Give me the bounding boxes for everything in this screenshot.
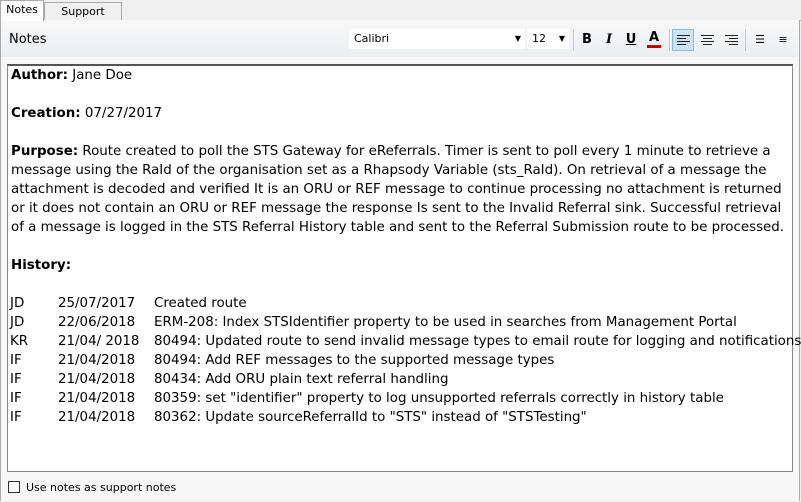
purpose-value: Route created to poll the STS Gateway fo… [11,144,785,235]
history-text: 80434: Add ORU plain text referral handl… [154,372,449,387]
font-color-swatch [647,45,661,48]
history-date: 21/04/2018 [58,372,136,387]
align-right-icon [724,33,738,47]
align-center-icon [700,33,714,47]
toolbar-separator [573,29,574,51]
history-text: 80494: Updated route to send invalid mes… [154,334,801,349]
numbered-list-button[interactable]: ≡ [772,29,794,51]
history-author: IF [10,410,22,425]
align-right-button[interactable] [720,29,742,51]
font-family-select[interactable]: Calibri ▼ [349,29,525,49]
tab-support-notes[interactable]: Support Notes [44,2,122,36]
history-date: 25/07/2017 [58,296,136,311]
history-text: Created route [154,296,247,311]
history-author: IF [10,391,22,406]
support-notes-checkbox[interactable] [8,481,20,493]
history-row: IF 21/04/2018 80494: Add REF messages to t… [8,351,792,370]
font-color-button[interactable]: A [643,29,665,51]
numbered-list-icon: ≡ [778,33,788,46]
history-row: KR 21/04/ 2018 80494: Updated route to sen… [8,332,801,351]
align-center-button[interactable] [696,29,718,51]
italic-button[interactable]: I [598,29,620,51]
font-size-value: 12 [532,32,546,45]
bullet-list-button[interactable]: ☰ [749,29,771,51]
align-left-icon [676,33,690,47]
history-text: 80494: Add REF messages to the supported… [154,353,555,368]
history-text: ERM-208: Index STSIdentifier property to… [154,315,737,330]
tab-notes[interactable]: Notes [0,0,44,21]
format-toolbar: Notes Calibri ▼ 12 ▼ B I U A ☰ ≡ [1,21,798,57]
font-color-icon: A [648,30,660,45]
history-date: 21/04/2018 [58,391,136,406]
history-date: 22/06/2018 [58,315,136,330]
author-label: Author: [11,68,68,83]
toolbar-separator [745,29,746,51]
history-author: IF [10,372,22,387]
support-notes-label: Use notes as support notes [26,481,177,494]
history-date: 21/04/ 2018 [58,334,140,349]
history-row: JD 25/07/2017 Created route [8,294,792,313]
underline-button[interactable]: U [620,29,642,51]
align-left-button[interactable] [672,29,694,51]
history-list: JD 25/07/2017 Created route JD 22/06/2018 ERM… [8,294,801,427]
history-date: 21/04/2018 [58,353,136,368]
history-text: 80362: Update sourceReferralId to "STS" … [154,410,587,425]
bold-button[interactable]: B [576,29,598,51]
chevron-down-icon: ▼ [558,34,565,43]
bullet-list-icon: ☰ [755,33,765,46]
history-author: KR [10,334,29,349]
history-text: 80359: set "identifier" property to log … [154,391,724,406]
creation-label: Creation: [11,106,81,121]
toolbar-separator [669,29,670,51]
toolbar-title: Notes [9,32,47,47]
history-row: IF 21/04/2018 80434: Add ORU plain text re… [8,370,792,389]
tab-strip: Notes Support Notes [0,0,801,36]
history-row: IF 21/04/2018 80362: Update sourceReferral… [8,408,792,427]
history-author: JD [10,315,25,330]
history-author: IF [10,353,22,368]
history-author: JD [10,296,25,311]
creation-value: 07/27/2017 [80,106,163,121]
font-size-select[interactable]: 12 ▼ [527,29,569,49]
chevron-down-icon: ▼ [514,34,521,43]
author-value: Jane Doe [68,68,133,83]
history-row: JD 22/06/2018 ERM-208: Index STSIdentifier… [8,313,792,332]
support-notes-option[interactable]: Use notes as support notes [8,481,176,494]
history-label: History: [11,258,72,273]
notes-editor[interactable]: Author: Jane Doe Creation: 07/27/2017 Pu… [7,64,801,472]
history-date: 21/04/2018 [58,410,136,425]
history-row: IF 21/04/2018 80359: set "identifier" prop… [8,389,792,408]
purpose-label: Purpose: [11,144,79,159]
font-family-value: Calibri [354,32,390,45]
